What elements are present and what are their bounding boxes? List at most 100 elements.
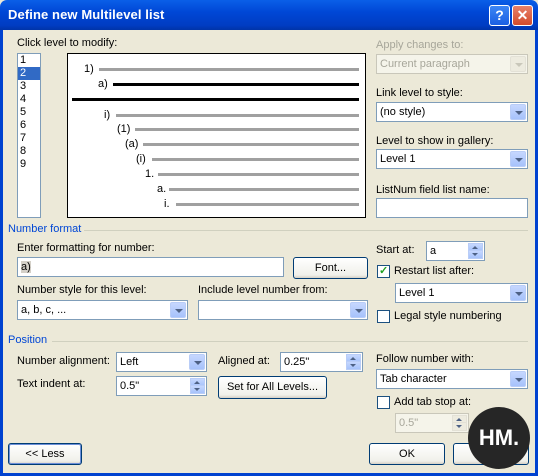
preview-line	[176, 203, 359, 206]
preview-label-5: (a)	[125, 138, 139, 150]
legal-style-checkbox[interactable]	[377, 310, 390, 323]
restart-after-value: Level 1	[399, 287, 435, 299]
close-icon[interactable]: ✕	[512, 5, 533, 26]
level-item[interactable]: 6	[18, 119, 40, 132]
tab-stop-spinner[interactable]: 0.5"	[395, 413, 469, 433]
preview-line-selected	[72, 98, 359, 101]
text-indent-value: 0.5"	[120, 380, 140, 392]
level-item[interactable]: 8	[18, 145, 40, 158]
preview-label-8: a.	[157, 183, 167, 195]
level-item-selected[interactable]: 2	[18, 67, 40, 80]
number-format-heading: Number format	[8, 223, 82, 235]
start-at-label: Start at:	[376, 244, 415, 256]
level-gallery-value: Level 1	[380, 153, 416, 165]
preview-line	[158, 173, 359, 176]
listnum-label: ListNum field list name:	[376, 184, 490, 196]
level-item[interactable]: 7	[18, 132, 40, 145]
ok-button[interactable]: OK	[369, 443, 445, 465]
link-level-select[interactable]: (no style)	[376, 102, 528, 122]
formatting-value: a)	[21, 261, 31, 273]
number-alignment-label: Number alignment:	[17, 355, 110, 367]
link-level-label: Link level to style:	[376, 87, 463, 99]
chevron-down-icon	[510, 151, 526, 167]
set-all-levels-button[interactable]: Set for All Levels...	[218, 376, 327, 399]
preview-label-7: 1.	[145, 168, 155, 180]
number-style-label: Number style for this level:	[17, 284, 147, 296]
chevron-down-icon	[510, 56, 526, 72]
dialog-title: Define new Multilevel list	[8, 7, 165, 22]
preview-label-4: (1)	[117, 123, 131, 135]
level-list[interactable]: 1 2 3 4 5 6 7 8 9	[17, 53, 41, 218]
preview-label-9: i.	[164, 198, 170, 210]
aligned-at-value: 0.25"	[284, 356, 310, 368]
list-preview: 1) a) i) (1) (a) (i) 1. a. i.	[67, 53, 366, 218]
chevron-down-icon	[189, 354, 205, 370]
level-item[interactable]: 5	[18, 106, 40, 119]
help-icon[interactable]: ?	[489, 5, 510, 26]
preview-line	[99, 68, 359, 71]
add-tab-stop-label: Add tab stop at:	[394, 396, 472, 408]
position-heading: Position	[8, 334, 48, 346]
spin-down-icon[interactable]	[346, 361, 361, 370]
preview-label-1: 1)	[84, 63, 94, 75]
preview-label-6: (i)	[136, 153, 146, 165]
include-level-select[interactable]	[198, 300, 368, 320]
preview-line	[116, 114, 359, 117]
text-indent-label: Text indent at:	[17, 378, 86, 390]
checkmark-icon: ✓	[379, 265, 389, 277]
preview-line	[152, 158, 359, 161]
apply-changes-select[interactable]: Current paragraph	[376, 54, 528, 74]
preview-line	[135, 128, 359, 131]
level-gallery-label: Level to show in gallery:	[376, 135, 494, 147]
aligned-at-label: Aligned at:	[218, 355, 270, 367]
level-item[interactable]: 3	[18, 80, 40, 93]
apply-changes-value: Current paragraph	[380, 58, 470, 70]
spin-down-icon[interactable]	[452, 422, 467, 431]
number-alignment-select[interactable]: Left	[116, 352, 207, 372]
restart-label: Restart list after:	[394, 265, 475, 277]
listnum-input[interactable]	[376, 198, 528, 218]
chevron-down-icon	[510, 285, 526, 301]
formatting-label: Enter formatting for number:	[17, 242, 155, 254]
level-item[interactable]: 1	[18, 54, 40, 67]
start-at-value: a	[430, 245, 437, 257]
less-button[interactable]: << Less	[8, 443, 82, 465]
divider	[52, 341, 528, 342]
start-at-spinner[interactable]: a	[426, 241, 485, 261]
link-level-value: (no style)	[380, 106, 426, 118]
follow-number-select[interactable]: Tab character	[376, 369, 528, 389]
chevron-down-icon	[350, 302, 366, 318]
chevron-down-icon	[510, 104, 526, 120]
number-alignment-value: Left	[120, 356, 139, 368]
preview-label-3: i)	[104, 109, 111, 121]
preview-label-2: a)	[98, 78, 108, 90]
level-item[interactable]: 9	[18, 158, 40, 171]
aligned-at-spinner[interactable]: 0.25"	[280, 352, 363, 372]
tab-stop-value: 0.5"	[399, 417, 419, 429]
font-button[interactable]: Font...	[293, 257, 368, 279]
text-indent-spinner[interactable]: 0.5"	[116, 376, 207, 396]
chevron-down-icon	[170, 302, 186, 318]
follow-number-label: Follow number with:	[376, 353, 474, 365]
apply-changes-label: Apply changes to:	[376, 39, 464, 51]
number-style-select[interactable]: a, b, c, ...	[17, 300, 188, 320]
preview-line-selected	[113, 83, 359, 86]
preview-line	[169, 188, 359, 191]
level-item[interactable]: 4	[18, 93, 40, 106]
restart-checkbox[interactable]: ✓	[377, 265, 390, 278]
formatting-input[interactable]: a)	[17, 257, 284, 277]
legal-style-label: Legal style numbering	[394, 310, 502, 322]
level-gallery-select[interactable]: Level 1	[376, 149, 528, 169]
number-style-value: a, b, c, ...	[21, 304, 67, 316]
watermark-logo: HM.	[468, 407, 530, 469]
add-tab-stop-checkbox[interactable]	[377, 396, 390, 409]
chevron-down-icon	[510, 371, 526, 387]
level-picker-label: Click level to modify:	[17, 37, 118, 49]
restart-after-select[interactable]: Level 1	[395, 283, 528, 303]
follow-number-value: Tab character	[380, 373, 447, 385]
preview-line	[143, 143, 359, 146]
spin-down-icon[interactable]	[190, 385, 205, 394]
include-level-label: Include level number from:	[198, 284, 328, 296]
spin-down-icon[interactable]	[468, 250, 483, 259]
divider	[84, 230, 528, 231]
